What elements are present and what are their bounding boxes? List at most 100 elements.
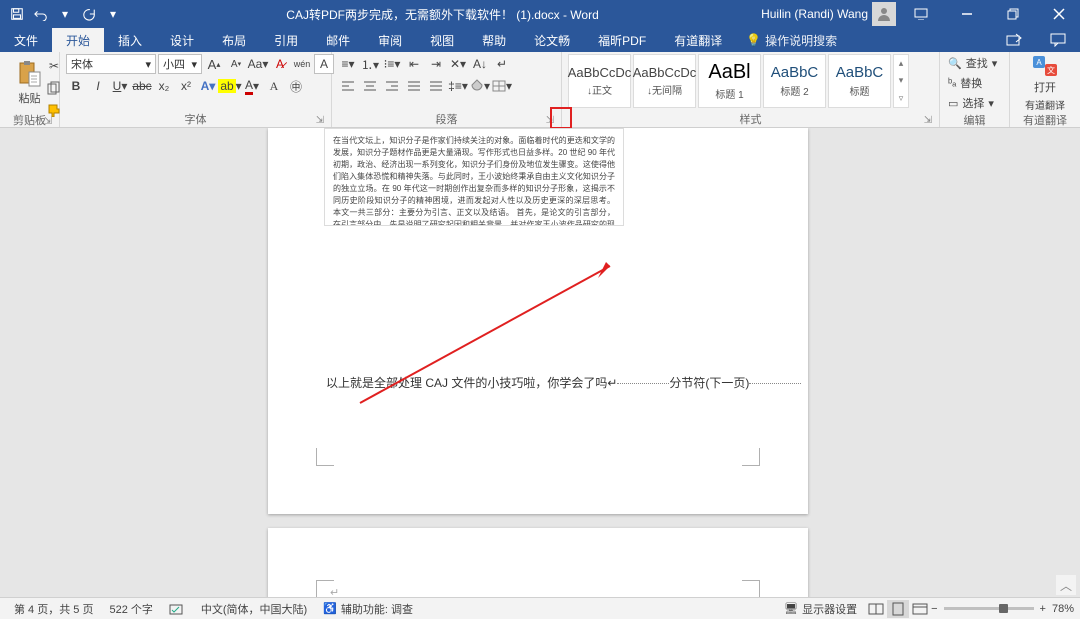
tell-me-search[interactable]: 💡 操作说明搜索	[746, 28, 837, 52]
shading-icon[interactable]: ▾	[470, 76, 490, 96]
font-launcher-icon[interactable]: ⇲	[313, 113, 327, 127]
view-readmode-icon[interactable]	[865, 600, 887, 618]
tab-lunwenchang[interactable]: 论文畅	[520, 28, 584, 52]
distributed-icon[interactable]	[426, 76, 446, 96]
style-preview: AaBl	[708, 61, 750, 84]
line-spacing-icon[interactable]: ‡≡▾	[448, 76, 468, 96]
redo-icon[interactable]	[78, 3, 100, 25]
bold-icon[interactable]: B	[66, 76, 86, 96]
change-case-icon[interactable]: Aa▾	[248, 54, 268, 74]
strikethrough-icon[interactable]: abc	[132, 76, 152, 96]
style-no-spacing[interactable]: AaBbCcDc↓无间隔	[633, 54, 696, 108]
status-language[interactable]: 中文(简体，中国大陆)	[193, 601, 315, 617]
enclose-characters-icon[interactable]: ㊥	[286, 76, 306, 96]
show-hide-marks-icon[interactable]: ↵	[492, 54, 512, 74]
underline-icon[interactable]: U▾	[110, 76, 130, 96]
find-button[interactable]: 🔍查找▾	[946, 54, 999, 72]
zoom-out-icon[interactable]: −	[931, 603, 937, 615]
status-display-settings[interactable]: 🖥显示器设置	[776, 601, 865, 617]
share-icon[interactable]	[992, 28, 1036, 52]
phonetic-guide-icon[interactable]: wén	[292, 54, 312, 74]
character-shading-icon[interactable]: A	[264, 76, 284, 96]
comments-icon[interactable]	[1036, 28, 1080, 52]
tab-layout[interactable]: 布局	[208, 28, 260, 52]
bullets-icon[interactable]: ≡▾	[338, 54, 358, 74]
zoom-slider[interactable]	[944, 607, 1034, 610]
status-accessibility[interactable]: ♿辅助功能: 调查	[315, 601, 421, 617]
tab-design[interactable]: 设计	[156, 28, 208, 52]
chevron-down-icon: ▾	[191, 58, 197, 71]
character-border-icon[interactable]: A	[314, 54, 334, 74]
undo-dropdown-icon[interactable]: ▾	[54, 3, 76, 25]
replace-button[interactable]: ᵇₐ替换	[946, 74, 984, 92]
document-canvas[interactable]: 在当代文坛上，知识分子是作家们持续关注的对象。面临着时代的更迭和文学的发展，知识…	[0, 128, 1080, 619]
sort-icon[interactable]: A↓	[470, 54, 490, 74]
undo-icon[interactable]	[30, 3, 52, 25]
paragraph-group-label: 段落	[436, 114, 458, 126]
restore-icon[interactable]	[992, 0, 1034, 28]
clear-formatting-icon[interactable]: A̷	[270, 54, 290, 74]
save-icon[interactable]	[6, 3, 28, 25]
text-effects-icon[interactable]: A▾	[198, 76, 218, 96]
tab-help[interactable]: 帮助	[468, 28, 520, 52]
font-color-icon[interactable]: A▾	[242, 76, 262, 96]
status-page-info[interactable]: 第 4 页，共 5 页	[6, 601, 101, 617]
align-center-icon[interactable]	[360, 76, 380, 96]
qat-customize-icon[interactable]: ▾	[102, 3, 124, 25]
user-avatar[interactable]	[872, 2, 896, 26]
tab-home[interactable]: 开始	[52, 28, 104, 52]
increase-indent-icon[interactable]: ⇥	[426, 54, 446, 74]
zoom-in-icon[interactable]: +	[1040, 603, 1046, 615]
document-body-line[interactable]: 以上就是全部处理 CAJ 文件的小技巧啦，你学会了吗↵分节符(下一页)	[326, 374, 801, 391]
select-button[interactable]: ▭选择▾	[946, 94, 996, 112]
chevron-down-icon: ▾	[145, 58, 151, 71]
subscript-icon[interactable]: x₂	[154, 76, 174, 96]
align-left-icon[interactable]	[338, 76, 358, 96]
shrink-font-icon[interactable]: A▾	[226, 54, 246, 74]
highlight-color-icon[interactable]: ab▾	[220, 76, 240, 96]
numbering-icon[interactable]: ⒈▾	[360, 54, 380, 74]
styles-gallery-more[interactable]: ▴▾▿	[893, 54, 909, 108]
status-word-count[interactable]: 522 个字	[101, 601, 160, 617]
clipboard-launcher-icon[interactable]: ⇲	[41, 114, 55, 128]
zoom-level[interactable]: 78%	[1052, 603, 1074, 615]
asian-layout-icon[interactable]: ✕▾	[448, 54, 468, 74]
tab-youdao[interactable]: 有道翻译	[660, 28, 736, 52]
tab-mailings[interactable]: 邮件	[312, 28, 364, 52]
view-printlayout-icon[interactable]	[887, 600, 909, 618]
italic-icon[interactable]: I	[88, 76, 108, 96]
grow-font-icon[interactable]: A▴	[204, 54, 224, 74]
tab-review[interactable]: 审阅	[364, 28, 416, 52]
style-heading2[interactable]: AaBbC标题 2	[763, 54, 826, 108]
tab-view[interactable]: 视图	[416, 28, 468, 52]
justify-icon[interactable]	[404, 76, 424, 96]
style-title[interactable]: AaBbC标题	[828, 54, 891, 108]
style-normal[interactable]: AaBbCcDc↓正文	[568, 54, 631, 108]
paste-icon	[16, 60, 44, 88]
collapse-ribbon-icon[interactable]: ︿	[1056, 575, 1076, 595]
view-weblayout-icon[interactable]	[909, 600, 931, 618]
minimize-icon[interactable]	[946, 0, 988, 28]
borders-icon[interactable]: ▾	[492, 76, 512, 96]
style-heading1[interactable]: AaBl标题 1	[698, 54, 761, 108]
open-translate-button[interactable]: A文 打开 有道翻译	[1024, 54, 1066, 112]
style-name: 标题 2	[780, 83, 808, 98]
accessibility-label: 辅助功能: 调查	[341, 601, 413, 617]
multilevel-list-icon[interactable]: ⁝≡▾	[382, 54, 402, 74]
status-spellcheck-icon[interactable]	[161, 602, 193, 616]
decrease-indent-icon[interactable]: ⇤	[404, 54, 424, 74]
window-title: CAJ转PDF两步完成，无需额外下载软件！ (1).docx - Word	[124, 6, 761, 23]
align-right-icon[interactable]	[382, 76, 402, 96]
font-name-select[interactable]: 宋体▾	[66, 54, 156, 74]
paragraph-launcher-icon[interactable]: ⇲	[543, 113, 557, 127]
close-icon[interactable]	[1038, 0, 1080, 28]
embedded-image-paragraph: 在当代文坛上，知识分子是作家们持续关注的对象。面临着时代的更迭和文学的发展，知识…	[324, 128, 624, 226]
tab-references[interactable]: 引用	[260, 28, 312, 52]
tab-insert[interactable]: 插入	[104, 28, 156, 52]
superscript-icon[interactable]: x²	[176, 76, 196, 96]
tab-foxitpdf[interactable]: 福昕PDF	[584, 28, 660, 52]
font-size-select[interactable]: 小四▾	[158, 54, 202, 74]
tab-file[interactable]: 文件	[0, 28, 52, 52]
ribbon-display-icon[interactable]	[900, 0, 942, 28]
styles-launcher-icon[interactable]: ⇲	[921, 113, 935, 127]
